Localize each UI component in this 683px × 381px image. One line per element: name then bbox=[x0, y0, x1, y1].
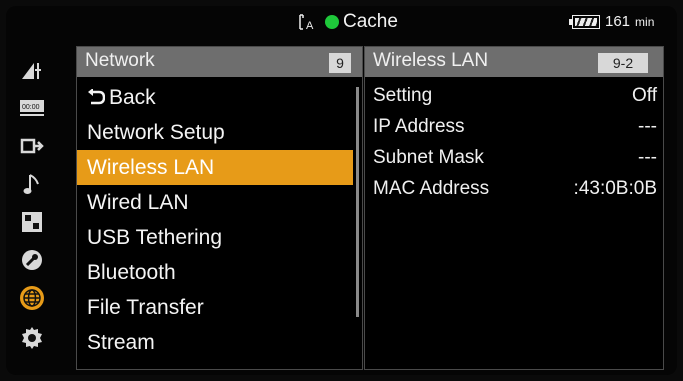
menu-item-label: Network Setup bbox=[87, 121, 225, 144]
category-sidebar: 00:00 bbox=[14, 50, 50, 372]
thumbnail-icon[interactable] bbox=[16, 206, 48, 238]
detail-value: --- bbox=[638, 147, 657, 168]
back-arrow-icon bbox=[87, 80, 109, 115]
output-icon[interactable] bbox=[16, 130, 48, 162]
battery-remaining: 161 bbox=[605, 13, 631, 30]
detail-value: :43:0B:0B bbox=[573, 178, 657, 199]
menu-item-file-transfer[interactable]: File Transfer bbox=[77, 290, 353, 325]
svg-text:A: A bbox=[306, 20, 314, 32]
maintenance-icon[interactable] bbox=[16, 244, 48, 276]
detail-value: Off bbox=[632, 85, 657, 106]
menu-item-back[interactable]: Back bbox=[77, 80, 353, 115]
detail-list: Setting Off IP Address --- Subnet Mask -… bbox=[365, 80, 663, 204]
detail-key: MAC Address bbox=[373, 178, 490, 199]
battery-unit: min bbox=[635, 14, 655, 29]
svg-text:00:00: 00:00 bbox=[22, 104, 40, 111]
menu-scrollbar[interactable] bbox=[356, 87, 359, 317]
camera-menu-screen: A Cache 161 min 00:00 Network 9 Back Net… bbox=[6, 6, 677, 375]
detail-row-ip-address: IP Address --- bbox=[365, 111, 663, 142]
detail-key: Subnet Mask bbox=[373, 147, 484, 168]
menu-item-label: Stream bbox=[87, 331, 155, 354]
detail-row-setting: Setting Off bbox=[365, 80, 663, 111]
detail-title: Wireless LAN bbox=[373, 50, 489, 71]
detail-header: Wireless LAN 9-2 bbox=[365, 47, 663, 77]
detail-row-subnet-mask: Subnet Mask --- bbox=[365, 142, 663, 173]
menu-item-usb-tethering[interactable]: USB Tethering bbox=[77, 220, 353, 255]
menu-item-wireless-lan[interactable]: Wireless LAN bbox=[77, 150, 353, 185]
detail-row-mac-address: MAC Address :43:0B:0B bbox=[365, 173, 663, 204]
detail-panel: Wireless LAN 9-2 Setting Off IP Address … bbox=[364, 46, 664, 370]
menu-item-label: Wired LAN bbox=[87, 191, 189, 214]
menu-title: Network bbox=[85, 50, 155, 71]
timecode-icon[interactable]: 00:00 bbox=[16, 92, 48, 124]
menu-item-stream[interactable]: Stream bbox=[77, 325, 353, 360]
detail-key: Setting bbox=[373, 85, 433, 106]
menu-item-label: File Transfer bbox=[87, 296, 204, 319]
system-icon[interactable] bbox=[16, 322, 48, 354]
media-card-icon: A bbox=[297, 12, 321, 32]
menu-item-network-setup[interactable]: Network Setup bbox=[77, 115, 353, 150]
camera-settings-icon[interactable] bbox=[16, 54, 48, 86]
menu-list: Back Network Setup Wireless LAN Wired LA… bbox=[77, 80, 353, 360]
battery-status: 161 min bbox=[569, 13, 655, 30]
network-icon[interactable] bbox=[16, 282, 48, 314]
menu-page-number: 9 bbox=[329, 53, 351, 73]
battery-icon bbox=[569, 14, 600, 29]
detail-page-number: 9-2 bbox=[598, 53, 648, 73]
audio-icon[interactable] bbox=[16, 168, 48, 200]
menu-item-label: Wireless LAN bbox=[87, 156, 215, 179]
menu-panel: Network 9 Back Network Setup Wireless LA… bbox=[76, 46, 363, 370]
status-bar: A Cache 161 min bbox=[6, 6, 677, 38]
media-label: Cache bbox=[343, 11, 398, 32]
menu-item-label: Back bbox=[109, 86, 156, 109]
menu-item-label: Bluetooth bbox=[87, 261, 176, 284]
menu-header: Network 9 bbox=[77, 47, 362, 77]
detail-value: --- bbox=[638, 116, 657, 137]
menu-item-wired-lan[interactable]: Wired LAN bbox=[77, 185, 353, 220]
media-status: A Cache bbox=[297, 10, 398, 34]
detail-key: IP Address bbox=[373, 116, 465, 137]
menu-item-label: USB Tethering bbox=[87, 226, 223, 249]
media-ok-indicator bbox=[325, 15, 339, 29]
menu-item-bluetooth[interactable]: Bluetooth bbox=[77, 255, 353, 290]
